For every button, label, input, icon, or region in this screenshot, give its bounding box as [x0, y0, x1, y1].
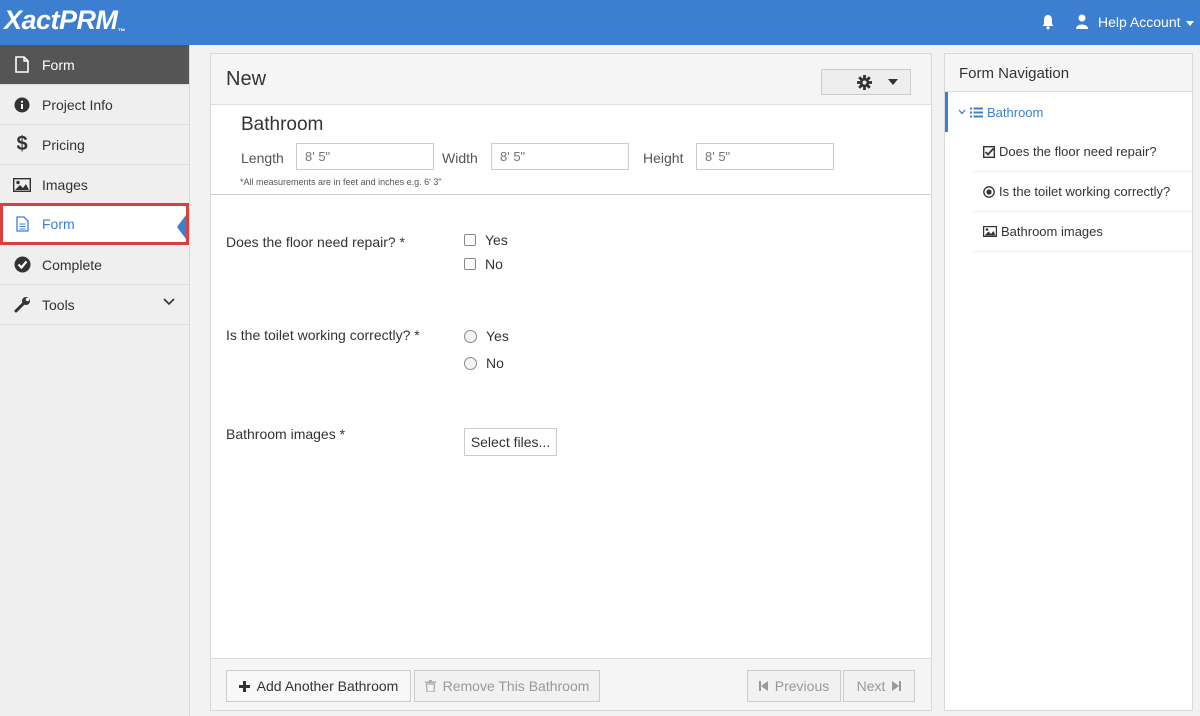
width-label: Width: [442, 150, 478, 166]
length-label: Length: [241, 150, 284, 166]
caret-down-icon: [888, 79, 898, 85]
nav-item-toilet[interactable]: Is the toilet working correctly?: [973, 172, 1192, 212]
sidebar-item-pricing[interactable]: $ Pricing: [0, 125, 189, 165]
section-title: Bathroom: [241, 114, 324, 135]
top-bar: XactPRM™ Help Account: [0, 0, 1200, 45]
list-icon: [970, 107, 983, 117]
checkbox-icon: [983, 145, 995, 158]
remove-this-bathroom-button[interactable]: Remove This Bathroom: [414, 670, 600, 702]
bell-icon[interactable]: [1041, 14, 1055, 30]
active-indicator-arrow: [177, 215, 186, 239]
chevron-down-icon[interactable]: [163, 298, 175, 306]
gear-icon: [857, 74, 872, 90]
height-label: Height: [643, 150, 684, 166]
checkbox[interactable]: [464, 258, 476, 270]
user-icon: [1076, 14, 1088, 29]
caret-down-icon: [1185, 20, 1194, 26]
sidebar-item-images[interactable]: Images: [0, 165, 189, 205]
step-forward-icon: [892, 681, 902, 691]
sidebar-item-complete[interactable]: Complete: [0, 245, 189, 285]
panel-footer: Add Another Bathroom Remove This Bathroo…: [211, 658, 931, 710]
logo[interactable]: XactPRM™: [4, 5, 126, 36]
page-title: New: [226, 68, 267, 90]
floor-repair-no-checkbox[interactable]: No: [464, 256, 503, 272]
divider: [211, 194, 931, 195]
checkbox[interactable]: [464, 234, 476, 246]
nav-item-bathroom[interactable]: Bathroom: [945, 92, 1192, 132]
info-circle-icon: [13, 96, 31, 114]
wrench-icon: [13, 296, 31, 314]
radio[interactable]: [464, 329, 477, 343]
next-button[interactable]: Next: [843, 670, 915, 702]
add-another-bathroom-button[interactable]: Add Another Bathroom: [226, 670, 411, 702]
trash-icon: [424, 680, 436, 692]
width-input[interactable]: [491, 143, 629, 170]
floor-repair-yes-checkbox[interactable]: Yes: [464, 232, 508, 248]
dollar-icon: $: [16, 133, 28, 155]
select-files-button[interactable]: Select files...: [464, 428, 557, 456]
sidebar-item-project-info[interactable]: Project Info: [0, 85, 189, 125]
panel-header: New: [211, 54, 931, 105]
toilet-no-radio[interactable]: No: [464, 355, 504, 371]
previous-button[interactable]: Previous: [747, 670, 841, 702]
file-icon: [13, 56, 31, 74]
settings-dropdown-button[interactable]: [821, 69, 911, 95]
question-floor-repair-label: Does the floor need repair? *: [226, 234, 405, 250]
account-menu[interactable]: Help Account: [1098, 14, 1194, 30]
radio-icon: [983, 185, 995, 198]
sidebar: Form Project Info $ Pricing Images Form …: [0, 45, 190, 716]
question-toilet-label: Is the toilet working correctly? *: [226, 327, 420, 343]
sidebar-item-tools[interactable]: Tools: [0, 285, 189, 325]
document-icon: [13, 215, 31, 233]
nav-item-floor-repair[interactable]: Does the floor need repair?: [973, 132, 1192, 172]
chevron-down-icon[interactable]: [958, 109, 966, 115]
height-input[interactable]: [696, 143, 834, 170]
form-navigation-title: Form Navigation: [959, 65, 1070, 82]
question-images-label: Bathroom images *: [226, 426, 346, 442]
length-input[interactable]: [296, 143, 434, 170]
measurement-note: *All measurements are in feet and inches…: [240, 177, 442, 187]
check-circle-icon: [13, 256, 31, 274]
nav-item-bathroom-images[interactable]: Bathroom images: [973, 212, 1192, 252]
radio[interactable]: [464, 356, 477, 370]
image-icon: [13, 176, 31, 194]
sidebar-header-form[interactable]: Form: [0, 45, 189, 85]
toilet-yes-radio[interactable]: Yes: [464, 328, 509, 344]
plus-icon: [238, 680, 250, 692]
image-icon: [983, 226, 997, 237]
sidebar-item-form[interactable]: Form: [0, 203, 189, 245]
step-backward-icon: [758, 681, 768, 691]
form-panel: New Bathroom Length Width Height *All me…: [210, 53, 932, 711]
form-navigation-header: Form Navigation: [945, 54, 1192, 92]
form-navigation-panel: Form Navigation Bathroom Does the floor …: [944, 53, 1193, 711]
